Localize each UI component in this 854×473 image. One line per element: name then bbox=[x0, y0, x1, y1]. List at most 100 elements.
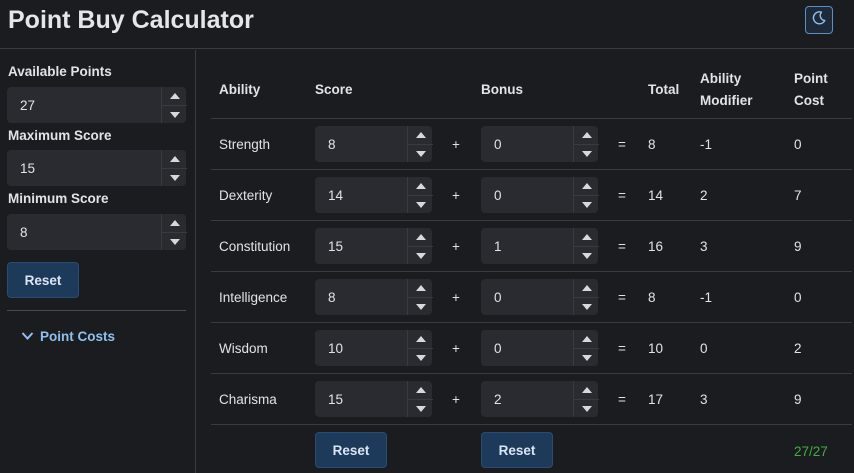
header-total: Total bbox=[648, 82, 680, 97]
chevron-down-icon bbox=[581, 201, 592, 208]
reset-bonus-button[interactable]: Reset bbox=[481, 432, 553, 468]
increment-button[interactable] bbox=[408, 177, 433, 195]
decrement-button[interactable] bbox=[574, 246, 599, 264]
maximum-score-label: Maximum Score bbox=[8, 128, 112, 143]
decrement-button[interactable] bbox=[408, 246, 433, 264]
available-points-input[interactable]: 27 bbox=[7, 87, 187, 123]
sidebar-divider bbox=[7, 310, 186, 311]
total-value: 8 bbox=[648, 136, 656, 152]
chevron-up-icon bbox=[415, 336, 426, 342]
increment-button[interactable] bbox=[574, 279, 599, 297]
header-cost-line1: Point bbox=[794, 71, 828, 86]
bonus-input-value: 1 bbox=[494, 238, 502, 254]
decrement-button[interactable] bbox=[408, 297, 433, 315]
score-input-value: 15 bbox=[328, 391, 344, 407]
decrement-button[interactable] bbox=[574, 399, 599, 417]
score-input[interactable]: 10 bbox=[315, 330, 433, 366]
score-input-stepper bbox=[407, 330, 433, 366]
increment-button[interactable] bbox=[408, 126, 433, 144]
bonus-input-stepper bbox=[573, 330, 599, 366]
decrement-button[interactable] bbox=[408, 144, 433, 162]
score-input-value: 8 bbox=[328, 136, 336, 152]
ability-name: Charisma bbox=[219, 391, 277, 407]
chevron-down-icon bbox=[581, 354, 592, 361]
increment-button[interactable] bbox=[162, 87, 187, 105]
bonus-input[interactable]: 0 bbox=[481, 126, 599, 162]
increment-button[interactable] bbox=[162, 214, 187, 232]
available-points-value: 27 bbox=[20, 97, 36, 113]
chevron-up-icon bbox=[581, 183, 592, 189]
chevron-down-icon bbox=[581, 150, 592, 157]
ability-name: Constitution bbox=[219, 238, 291, 254]
point-cost-value: 0 bbox=[794, 289, 802, 305]
chevron-up-icon bbox=[415, 285, 426, 291]
score-input-value: 8 bbox=[328, 289, 336, 305]
app-header: Point Buy Calculator bbox=[0, 0, 854, 49]
decrement-button[interactable] bbox=[408, 399, 433, 417]
theme-toggle-button[interactable] bbox=[805, 6, 833, 34]
increment-button[interactable] bbox=[408, 228, 433, 246]
ability-name: Dexterity bbox=[219, 187, 273, 203]
header-point-cost: Point Cost bbox=[794, 68, 828, 112]
chevron-down-icon bbox=[415, 252, 426, 259]
header-bonus: Bonus bbox=[481, 82, 523, 97]
plus-sign: + bbox=[452, 187, 460, 203]
increment-button[interactable] bbox=[162, 150, 187, 168]
score-input[interactable]: 15 bbox=[315, 228, 433, 264]
score-input-value: 15 bbox=[328, 238, 344, 254]
increment-button[interactable] bbox=[574, 177, 599, 195]
minimum-score-stepper bbox=[161, 214, 187, 250]
decrement-button[interactable] bbox=[408, 195, 433, 213]
increment-button[interactable] bbox=[574, 228, 599, 246]
row-divider bbox=[211, 424, 852, 425]
increment-button[interactable] bbox=[408, 330, 433, 348]
bonus-input[interactable]: 0 bbox=[481, 177, 599, 213]
modifier-value: 3 bbox=[700, 238, 708, 254]
bonus-input[interactable]: 0 bbox=[481, 279, 599, 315]
bonus-input-value: 0 bbox=[494, 136, 502, 152]
decrement-button[interactable] bbox=[574, 297, 599, 315]
decrement-button[interactable] bbox=[162, 168, 187, 186]
minimum-score-value: 8 bbox=[20, 224, 28, 240]
increment-button[interactable] bbox=[408, 381, 433, 399]
increment-button[interactable] bbox=[574, 330, 599, 348]
minimum-score-label: Minimum Score bbox=[8, 191, 109, 206]
bonus-input-stepper bbox=[573, 228, 599, 264]
increment-button[interactable] bbox=[574, 126, 599, 144]
score-input[interactable]: 8 bbox=[315, 126, 433, 162]
equals-sign: = bbox=[618, 340, 626, 356]
decrement-button[interactable] bbox=[162, 105, 187, 123]
chevron-up-icon bbox=[415, 234, 426, 240]
moon-icon bbox=[811, 10, 827, 31]
reset-settings-button[interactable]: Reset bbox=[7, 262, 79, 298]
increment-button[interactable] bbox=[574, 381, 599, 399]
chevron-up-icon bbox=[415, 387, 426, 393]
decrement-button[interactable] bbox=[408, 348, 433, 366]
decrement-button[interactable] bbox=[162, 232, 187, 250]
score-input[interactable]: 14 bbox=[315, 177, 433, 213]
score-input-stepper bbox=[407, 279, 433, 315]
minimum-score-input[interactable]: 8 bbox=[7, 214, 187, 250]
point-cost-value: 0 bbox=[794, 136, 802, 152]
bonus-input[interactable]: 0 bbox=[481, 330, 599, 366]
header-ability: Ability bbox=[219, 82, 261, 97]
row-divider bbox=[211, 373, 852, 374]
decrement-button[interactable] bbox=[574, 144, 599, 162]
plus-sign: + bbox=[452, 340, 460, 356]
decrement-button[interactable] bbox=[574, 348, 599, 366]
modifier-value: 0 bbox=[700, 340, 708, 356]
reset-scores-button[interactable]: Reset bbox=[315, 432, 387, 468]
decrement-button[interactable] bbox=[574, 195, 599, 213]
chevron-down-icon bbox=[415, 354, 426, 361]
score-input[interactable]: 15 bbox=[315, 381, 433, 417]
maximum-score-input[interactable]: 15 bbox=[7, 150, 187, 186]
sidebar: Available Points 27 Maximum Score 15 Min… bbox=[0, 50, 196, 473]
bonus-input-stepper bbox=[573, 177, 599, 213]
score-input[interactable]: 8 bbox=[315, 279, 433, 315]
increment-button[interactable] bbox=[408, 279, 433, 297]
bonus-input[interactable]: 2 bbox=[481, 381, 599, 417]
point-costs-toggle[interactable]: Point Costs bbox=[21, 326, 115, 346]
modifier-value: -1 bbox=[700, 289, 713, 305]
chevron-up-icon bbox=[169, 156, 180, 162]
bonus-input[interactable]: 1 bbox=[481, 228, 599, 264]
